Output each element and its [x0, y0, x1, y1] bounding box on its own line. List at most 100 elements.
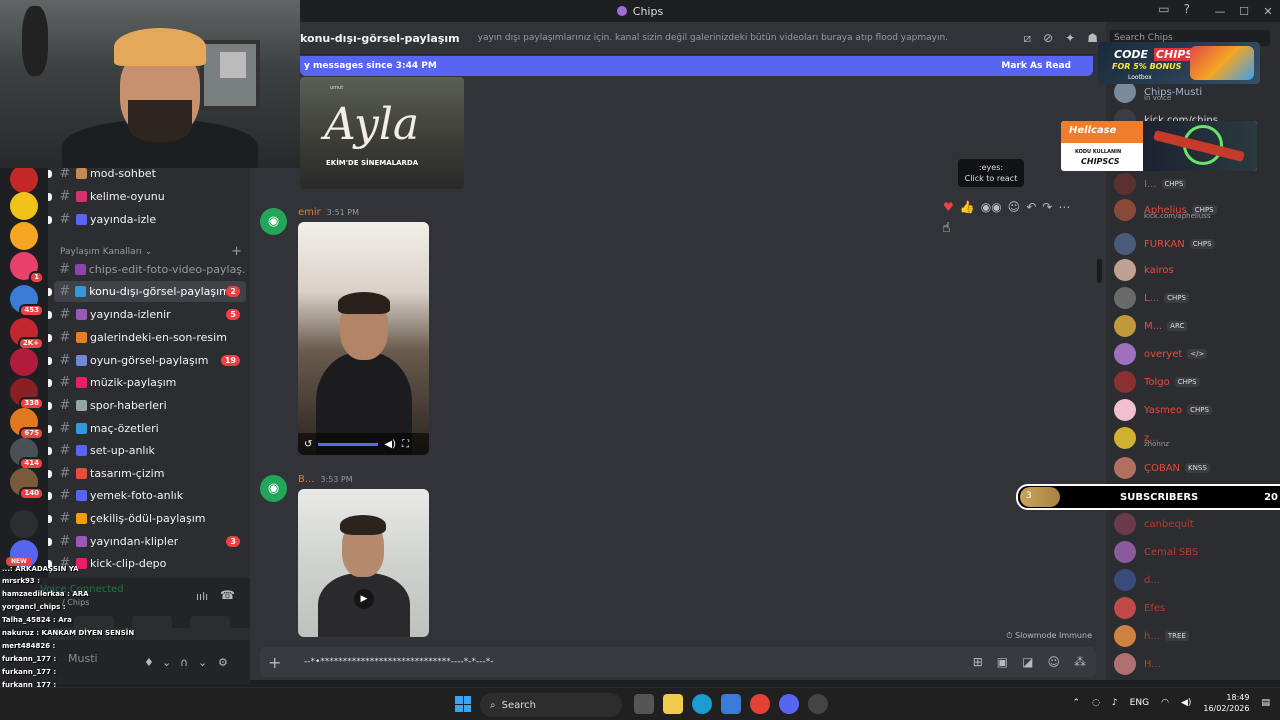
- task-view-icon[interactable]: [634, 694, 654, 714]
- member-item[interactable]: Yasmeo CHPS: [1114, 398, 1280, 422]
- pin-icon[interactable]: ✦: [1065, 31, 1075, 46]
- activity-button[interactable]: [190, 616, 230, 636]
- chevron-down-icon[interactable]: ⌄: [198, 656, 207, 669]
- gear-icon[interactable]: ⚙: [218, 656, 228, 669]
- forward-icon[interactable]: ↷: [1042, 200, 1052, 214]
- gift-icon[interactable]: ⊞: [973, 655, 983, 669]
- member-item[interactable]: d...: [1114, 568, 1280, 592]
- store-icon[interactable]: [721, 694, 741, 714]
- channel-item[interactable]: # yayından-klipler 3: [48, 531, 246, 552]
- clock[interactable]: 18:49 16/02/2026: [1203, 692, 1249, 714]
- volume-slider[interactable]: [318, 442, 379, 446]
- chevron-up-icon[interactable]: ⌃: [1073, 698, 1081, 708]
- threads-icon[interactable]: ⧄: [1023, 31, 1031, 46]
- chrome-icon[interactable]: [750, 694, 770, 714]
- fullscreen-icon[interactable]: ⛶: [402, 439, 409, 450]
- scrollbar[interactable]: [1097, 259, 1102, 283]
- member-item[interactable]: I... CHPS: [1114, 172, 1280, 196]
- image-attachment[interactable]: umut Ayla EKİM'DE SİNEMALARDA: [300, 77, 464, 189]
- apps-icon[interactable]: ⁂: [1074, 655, 1086, 669]
- mic-icon[interactable]: ♦: [144, 656, 154, 669]
- video-attachment[interactable]: ↺ ◀) ⛶: [298, 222, 429, 455]
- thumbs-up-reaction-icon[interactable]: 👍: [960, 200, 975, 214]
- inbox-icon[interactable]: ▭: [1158, 2, 1169, 16]
- channel-item[interactable]: # set-up-anlık: [48, 440, 246, 461]
- emoji-icon[interactable]: ☺: [1047, 655, 1060, 669]
- close-button[interactable]: ✕: [1256, 5, 1280, 18]
- play-icon[interactable]: ▶: [354, 589, 374, 609]
- wifi-icon[interactable]: ◠: [1161, 698, 1169, 708]
- edge-icon[interactable]: [692, 694, 712, 714]
- member-item[interactable]: z... zhonnz: [1114, 426, 1280, 450]
- sticker-icon[interactable]: ◪: [1022, 655, 1033, 669]
- attach-plus-icon[interactable]: +: [268, 653, 286, 672]
- member-item[interactable]: canbequit: [1114, 512, 1280, 536]
- member-item[interactable]: overyet </>: [1114, 342, 1280, 366]
- message-author[interactable]: B... 3:53 PM: [298, 474, 353, 485]
- channel-item[interactable]: # kick-clip-depo: [48, 553, 246, 574]
- help-icon[interactable]: ?: [1184, 2, 1190, 16]
- member-item[interactable]: Aphelius CHPS kick.com/apheliuss: [1114, 198, 1280, 222]
- channel-item[interactable]: # maç-özetleri: [48, 418, 246, 439]
- channel-item[interactable]: # yemek-foto-anlık: [48, 485, 246, 506]
- channel-item[interactable]: # yayında-izlenir 5: [48, 304, 246, 325]
- reply-icon[interactable]: ↶: [1026, 200, 1036, 214]
- camera-button[interactable]: [74, 616, 114, 636]
- new-messages-bar[interactable]: y messages since 3:44 PM Mark As Read: [300, 56, 1093, 76]
- channel-item[interactable]: # oyun-görsel-paylaşım 19: [48, 350, 246, 371]
- member-item[interactable]: h... TREE: [1114, 624, 1280, 648]
- member-item[interactable]: H...: [1114, 652, 1280, 676]
- language-indicator[interactable]: ENG: [1130, 698, 1149, 708]
- channel-item[interactable]: # spor-haberleri: [48, 395, 246, 416]
- add-channel-icon[interactable]: +: [231, 244, 242, 259]
- replay-icon[interactable]: ↺: [304, 439, 312, 450]
- author-name[interactable]: emir: [298, 207, 321, 218]
- member-item[interactable]: M... ARC: [1114, 314, 1280, 338]
- channel-item[interactable]: # galerindeki-en-son-resim: [48, 327, 246, 348]
- message-input[interactable]: + -‑*•*****************************----*…: [260, 647, 1096, 677]
- member-item[interactable]: L... CHPS: [1114, 286, 1280, 310]
- discord-avatar-icon[interactable]: ◉: [260, 208, 287, 235]
- server-icon[interactable]: 453: [10, 285, 44, 317]
- discord-avatar-icon[interactable]: ◉: [260, 475, 287, 502]
- channel-item[interactable]: # kelime-oyunu: [48, 186, 246, 207]
- obs-icon[interactable]: [808, 694, 828, 714]
- headphones-icon[interactable]: ∩: [180, 656, 188, 669]
- mark-as-read-button[interactable]: Mark As Read: [1001, 61, 1071, 71]
- channel-item[interactable]: # chips-edit-foto-video-paylaş...: [54, 259, 246, 280]
- tray-app-icon[interactable]: ◌: [1092, 698, 1100, 708]
- server-icon[interactable]: [10, 165, 38, 193]
- author-name[interactable]: B...: [298, 474, 314, 485]
- discord-icon[interactable]: [779, 694, 799, 714]
- server-icon[interactable]: 1: [10, 252, 44, 284]
- video-attachment[interactable]: ▶: [298, 489, 429, 637]
- members-icon[interactable]: ☗: [1087, 31, 1098, 46]
- more-icon[interactable]: ⋯: [1058, 200, 1070, 214]
- mic-icon[interactable]: ♪: [1112, 698, 1118, 708]
- maximize-button[interactable]: ☐: [1232, 5, 1256, 18]
- minimize-button[interactable]: —: [1208, 5, 1232, 18]
- category-header[interactable]: Paylaşım Kanalları ⌄ +: [60, 244, 242, 259]
- eyes-reaction-icon[interactable]: ◉◉: [981, 200, 1002, 214]
- server-icon[interactable]: [10, 348, 38, 376]
- message-input-text[interactable]: -‑*•*****************************----*-*…: [304, 657, 494, 667]
- disconnect-icon[interactable]: ☎: [220, 588, 235, 602]
- taskbar-search[interactable]: ⌕ Search: [480, 693, 622, 717]
- server-icon[interactable]: [10, 222, 38, 250]
- member-item[interactable]: Efes: [1114, 596, 1280, 620]
- heart-reaction-icon[interactable]: ♥: [943, 200, 954, 214]
- server-icon[interactable]: 338: [10, 378, 44, 410]
- chevron-down-icon[interactable]: ⌄: [162, 656, 171, 669]
- channel-item[interactable]: # konu-dışı-görsel-paylaşım 2: [48, 281, 246, 302]
- server-icon[interactable]: 414: [10, 438, 44, 470]
- server-icon[interactable]: [10, 510, 38, 538]
- member-item[interactable]: FURKAN CHPS: [1114, 232, 1280, 256]
- channel-item[interactable]: # tasarım-çizim: [48, 463, 246, 484]
- notifications-icon[interactable]: ⊘: [1043, 31, 1053, 46]
- member-item[interactable]: Tolgo CHPS: [1114, 370, 1280, 394]
- member-item[interactable]: ÇOBAN KNSS: [1114, 456, 1280, 480]
- server-icon[interactable]: 675: [10, 408, 44, 440]
- channel-item[interactable]: # müzik-paylaşım: [48, 372, 246, 393]
- message-author[interactable]: emir 3:51 PM: [298, 207, 359, 218]
- channel-item[interactable]: # çekiliş-ödül-paylaşım: [48, 508, 246, 529]
